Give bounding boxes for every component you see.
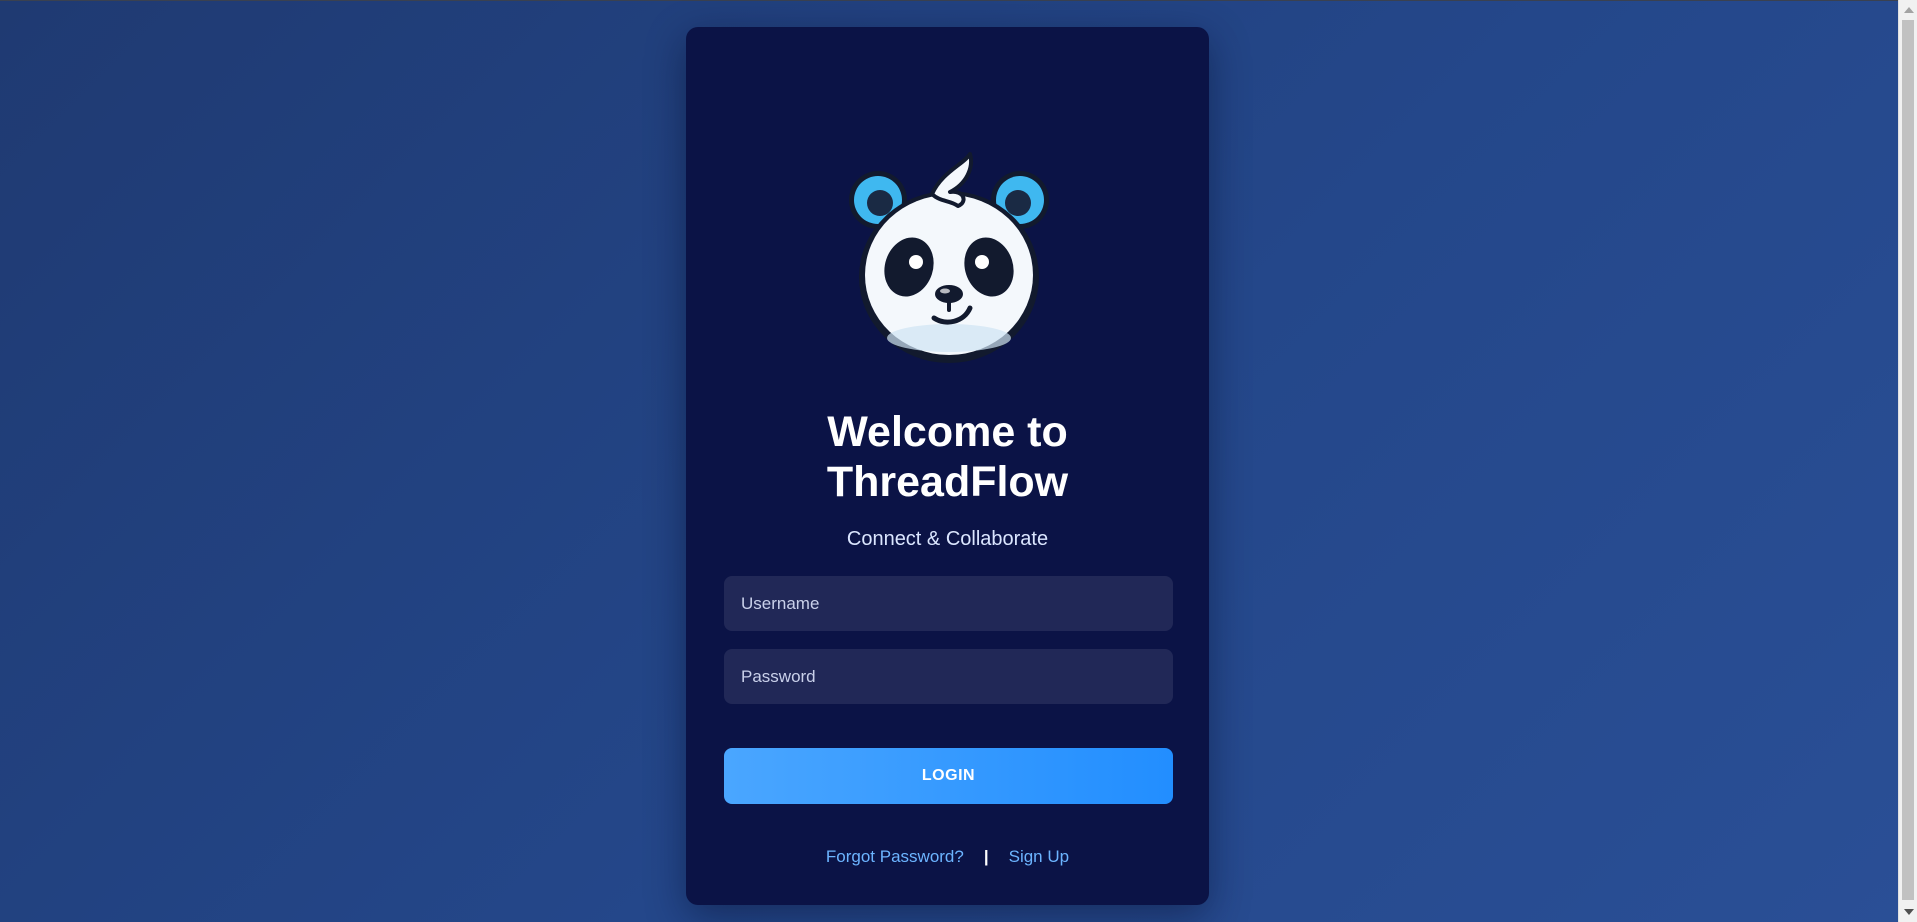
scroll-down-arrow-icon[interactable]	[1904, 909, 1914, 915]
page-subtitle: Connect & Collaborate	[846, 528, 1049, 550]
auth-links: Forgot Password? | Sign Up	[686, 846, 1209, 868]
scroll-up-arrow-icon[interactable]	[1904, 7, 1914, 13]
forgot-password-link[interactable]: Forgot Password?	[826, 847, 964, 866]
panda-logo-icon	[849, 152, 1049, 363]
window-top-border	[0, 0, 1898, 1]
vertical-scrollbar[interactable]	[1898, 0, 1917, 922]
link-separator: |	[983, 847, 989, 866]
title-line-1: Welcome to	[827, 408, 1068, 456]
password-input[interactable]	[724, 649, 1173, 704]
login-button[interactable]: LOGIN	[724, 748, 1173, 804]
title-line-2: ThreadFlow	[826, 458, 1069, 506]
page-title: Welcome to ThreadFlow	[686, 407, 1209, 507]
scrollbar-thumb[interactable]	[1902, 20, 1914, 900]
sign-up-link[interactable]: Sign Up	[1009, 847, 1069, 866]
login-card: Welcome to ThreadFlow Connect & Collabor…	[686, 27, 1209, 905]
username-input[interactable]	[724, 576, 1173, 631]
